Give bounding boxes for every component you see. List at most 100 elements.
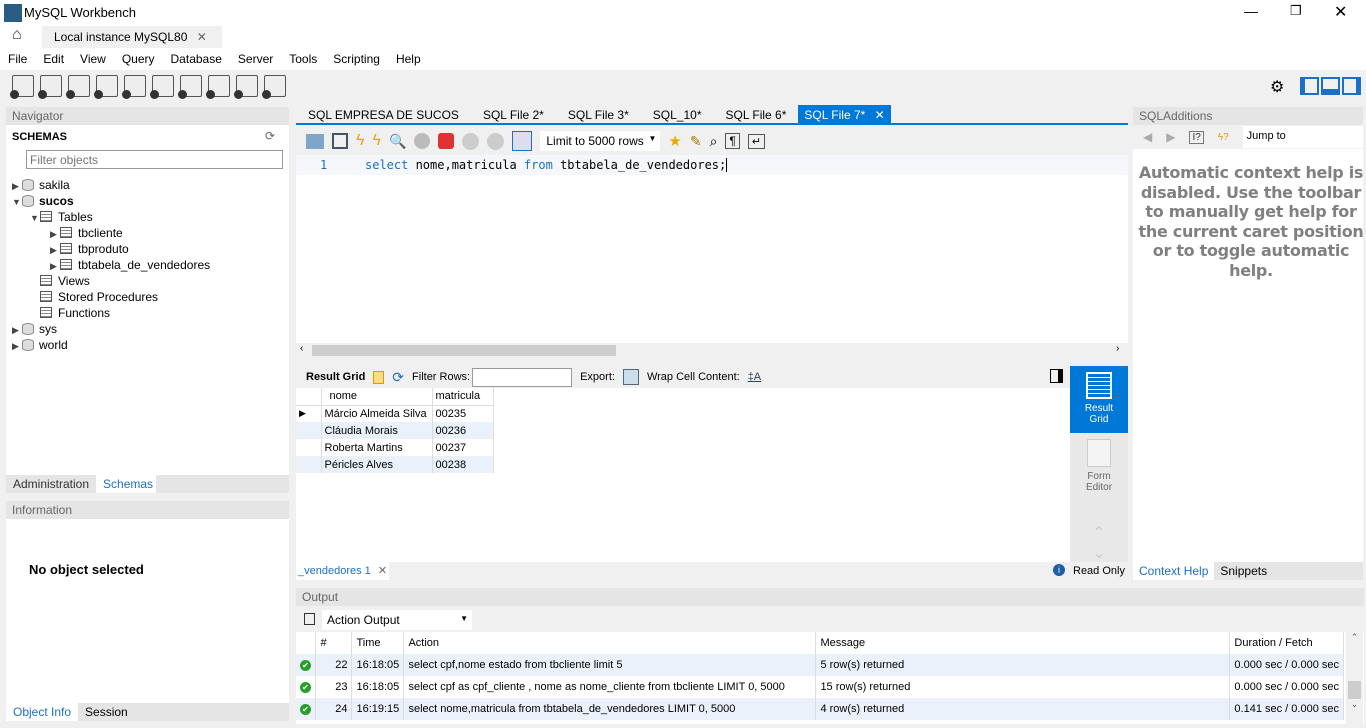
create-procedure-icon[interactable] bbox=[178, 75, 202, 99]
explain-icon[interactable]: 🔍 bbox=[389, 133, 406, 150]
sql-editor[interactable]: 1 select nome,matricula from tbtabela_de… bbox=[296, 155, 1128, 343]
cell-matricula[interactable]: 00235 bbox=[432, 405, 494, 422]
row-header[interactable] bbox=[296, 422, 322, 439]
row-header[interactable] bbox=[296, 456, 322, 473]
open-file-icon[interactable] bbox=[306, 133, 324, 149]
row-header[interactable]: ▶ bbox=[296, 405, 322, 422]
close-tab-icon[interactable]: ✕ bbox=[871, 108, 885, 122]
functions-node[interactable]: Functions bbox=[12, 305, 210, 321]
cell-matricula[interactable]: 00237 bbox=[432, 439, 494, 456]
output-row[interactable]: ✔ 24 16:19:15 select nome,matricula from tb… bbox=[296, 698, 1344, 720]
row-header[interactable] bbox=[296, 439, 322, 456]
toggle-secondary-sidebar-button[interactable] bbox=[1342, 77, 1361, 95]
schema-sys[interactable]: ▶ sys bbox=[12, 321, 210, 337]
toggle-sidebar-button[interactable] bbox=[1300, 77, 1319, 95]
new-sql-tab-icon[interactable] bbox=[10, 75, 34, 99]
reconnect-icon[interactable] bbox=[262, 75, 286, 99]
close-icon[interactable]: ✕ bbox=[378, 565, 387, 577]
tab-administration[interactable]: Administration bbox=[6, 475, 96, 493]
table-tbtabela-de-vendedores[interactable]: ▶ tbtabela_de_vendedores bbox=[12, 257, 210, 273]
menu-scripting[interactable]: Scripting bbox=[325, 52, 388, 66]
toggle-output-button[interactable] bbox=[1321, 77, 1340, 95]
menu-file[interactable]: File bbox=[0, 52, 35, 66]
menu-tools[interactable]: Tools bbox=[281, 52, 325, 66]
tables-node[interactable]: ▼ Tables bbox=[12, 209, 210, 225]
table-row[interactable]: Cláudia Morais 00236 bbox=[296, 422, 494, 439]
add-snippet-icon[interactable]: ★ bbox=[668, 132, 681, 150]
stored-procedures-node[interactable]: Stored Procedures bbox=[12, 289, 210, 305]
cell-nome[interactable]: Roberta Martins bbox=[321, 439, 433, 456]
export-icon[interactable] bbox=[622, 369, 639, 385]
minimize-button[interactable]: — bbox=[1244, 3, 1258, 19]
output-type-select[interactable]: Action Output ▼ bbox=[322, 610, 472, 630]
filter-objects-input[interactable] bbox=[26, 150, 283, 169]
invisible-chars-icon[interactable]: ¶ bbox=[725, 133, 740, 149]
create-view-icon[interactable] bbox=[150, 75, 174, 99]
sql-tab[interactable]: SQL File 7* ✕ bbox=[798, 105, 891, 125]
refresh-schemas-icon[interactable]: ⟳ bbox=[265, 129, 275, 143]
table-row[interactable]: Roberta Martins 00237 bbox=[296, 439, 494, 456]
copy-icon[interactable] bbox=[304, 613, 315, 625]
menu-query[interactable]: Query bbox=[114, 52, 163, 66]
column-header-nome[interactable]: nome bbox=[321, 388, 433, 405]
table-row[interactable]: Péricles Alves 00238 bbox=[296, 456, 494, 473]
wrap-cell-icon[interactable]: ‡A bbox=[748, 371, 761, 383]
home-icon[interactable]: ⌂ bbox=[12, 26, 22, 44]
tab-context-help[interactable]: Context Help bbox=[1133, 562, 1215, 580]
close-button[interactable]: ✕ bbox=[1334, 2, 1347, 22]
commit-icon[interactable] bbox=[462, 132, 480, 150]
close-tab-icon[interactable]: ✕ bbox=[197, 30, 207, 44]
settings-icon[interactable]: ⚙ bbox=[1270, 77, 1284, 97]
limit-rows-select[interactable]: Limit to 5000 rows ▼ bbox=[540, 131, 661, 151]
find-icon[interactable]: ⌕ bbox=[710, 133, 718, 150]
result-grid-view-button[interactable]: Result Grid bbox=[1070, 366, 1128, 433]
toggle-panel-icon[interactable] bbox=[1050, 369, 1063, 383]
toggle-error-icon[interactable] bbox=[438, 133, 455, 149]
cell-nome[interactable]: Márcio Almeida Silva bbox=[321, 405, 433, 422]
tab-snippets[interactable]: Snippets bbox=[1214, 562, 1273, 580]
search-table-data-icon[interactable] bbox=[234, 75, 258, 99]
save-icon[interactable] bbox=[332, 133, 348, 149]
cell-nome[interactable]: Péricles Alves bbox=[321, 456, 433, 473]
sql-tab[interactable]: SQL_10* bbox=[641, 105, 714, 125]
execute-current-icon[interactable]: ϟ bbox=[372, 132, 380, 150]
views-node[interactable]: Views bbox=[12, 273, 210, 289]
result-tab[interactable]: _vendedores 1 ✕ bbox=[296, 562, 390, 580]
refresh-icon[interactable]: ⟳ bbox=[392, 369, 404, 386]
schema-sucos[interactable]: ▼ sucos bbox=[12, 193, 210, 209]
cell-matricula[interactable]: 00238 bbox=[432, 456, 494, 473]
sql-tab[interactable]: SQL File 6* bbox=[713, 105, 798, 125]
beautify-icon[interactable]: ✎ bbox=[690, 133, 702, 150]
filter-rows-input[interactable] bbox=[472, 367, 573, 387]
menu-view[interactable]: View bbox=[72, 52, 114, 66]
table-tbcliente[interactable]: ▶ tbcliente bbox=[12, 225, 210, 241]
menu-database[interactable]: Database bbox=[163, 52, 230, 66]
form-editor-view-button[interactable]: Form Editor bbox=[1070, 433, 1128, 493]
inspector-icon[interactable] bbox=[66, 75, 90, 99]
table-tbproduto[interactable]: ▶ tbproduto bbox=[12, 241, 210, 257]
auto-help-icon[interactable]: ϟ? bbox=[1218, 132, 1229, 143]
stop-icon[interactable] bbox=[414, 133, 431, 149]
tab-session[interactable]: Session bbox=[78, 703, 135, 721]
open-sql-script-icon[interactable] bbox=[38, 75, 62, 99]
schema-sakila[interactable]: ▶ sakila bbox=[12, 177, 210, 193]
autocommit-icon[interactable] bbox=[512, 131, 533, 151]
output-vertical-scrollbar[interactable]: ⌃ ⌄ bbox=[1346, 632, 1363, 724]
column-header-matricula[interactable]: matricula bbox=[432, 388, 494, 405]
manual-help-icon[interactable]: I? bbox=[1189, 130, 1204, 144]
cell-nome[interactable]: Cláudia Morais bbox=[321, 422, 433, 439]
table-row[interactable]: ▶ Márcio Almeida Silva 00235 bbox=[296, 405, 494, 422]
sql-tab[interactable]: SQL EMPRESA DE SUCOS bbox=[296, 105, 471, 125]
menu-help[interactable]: Help bbox=[388, 52, 429, 66]
menu-server[interactable]: Server bbox=[230, 52, 281, 66]
grid-layout-icon[interactable] bbox=[373, 370, 385, 384]
create-schema-icon[interactable] bbox=[94, 75, 118, 99]
output-row[interactable]: ✔ 22 16:18:05 select cpf,nome estado from t… bbox=[296, 654, 1344, 676]
create-function-icon[interactable] bbox=[206, 75, 230, 99]
create-table-icon[interactable] bbox=[122, 75, 146, 99]
cell-matricula[interactable]: 00236 bbox=[432, 422, 494, 439]
connection-tab[interactable]: Local instance MySQL80 ✕ bbox=[42, 26, 222, 48]
editor-horizontal-scrollbar[interactable]: ‹ › bbox=[296, 343, 1128, 358]
schema-world[interactable]: ▶ world bbox=[12, 337, 210, 353]
menu-edit[interactable]: Edit bbox=[35, 52, 72, 66]
